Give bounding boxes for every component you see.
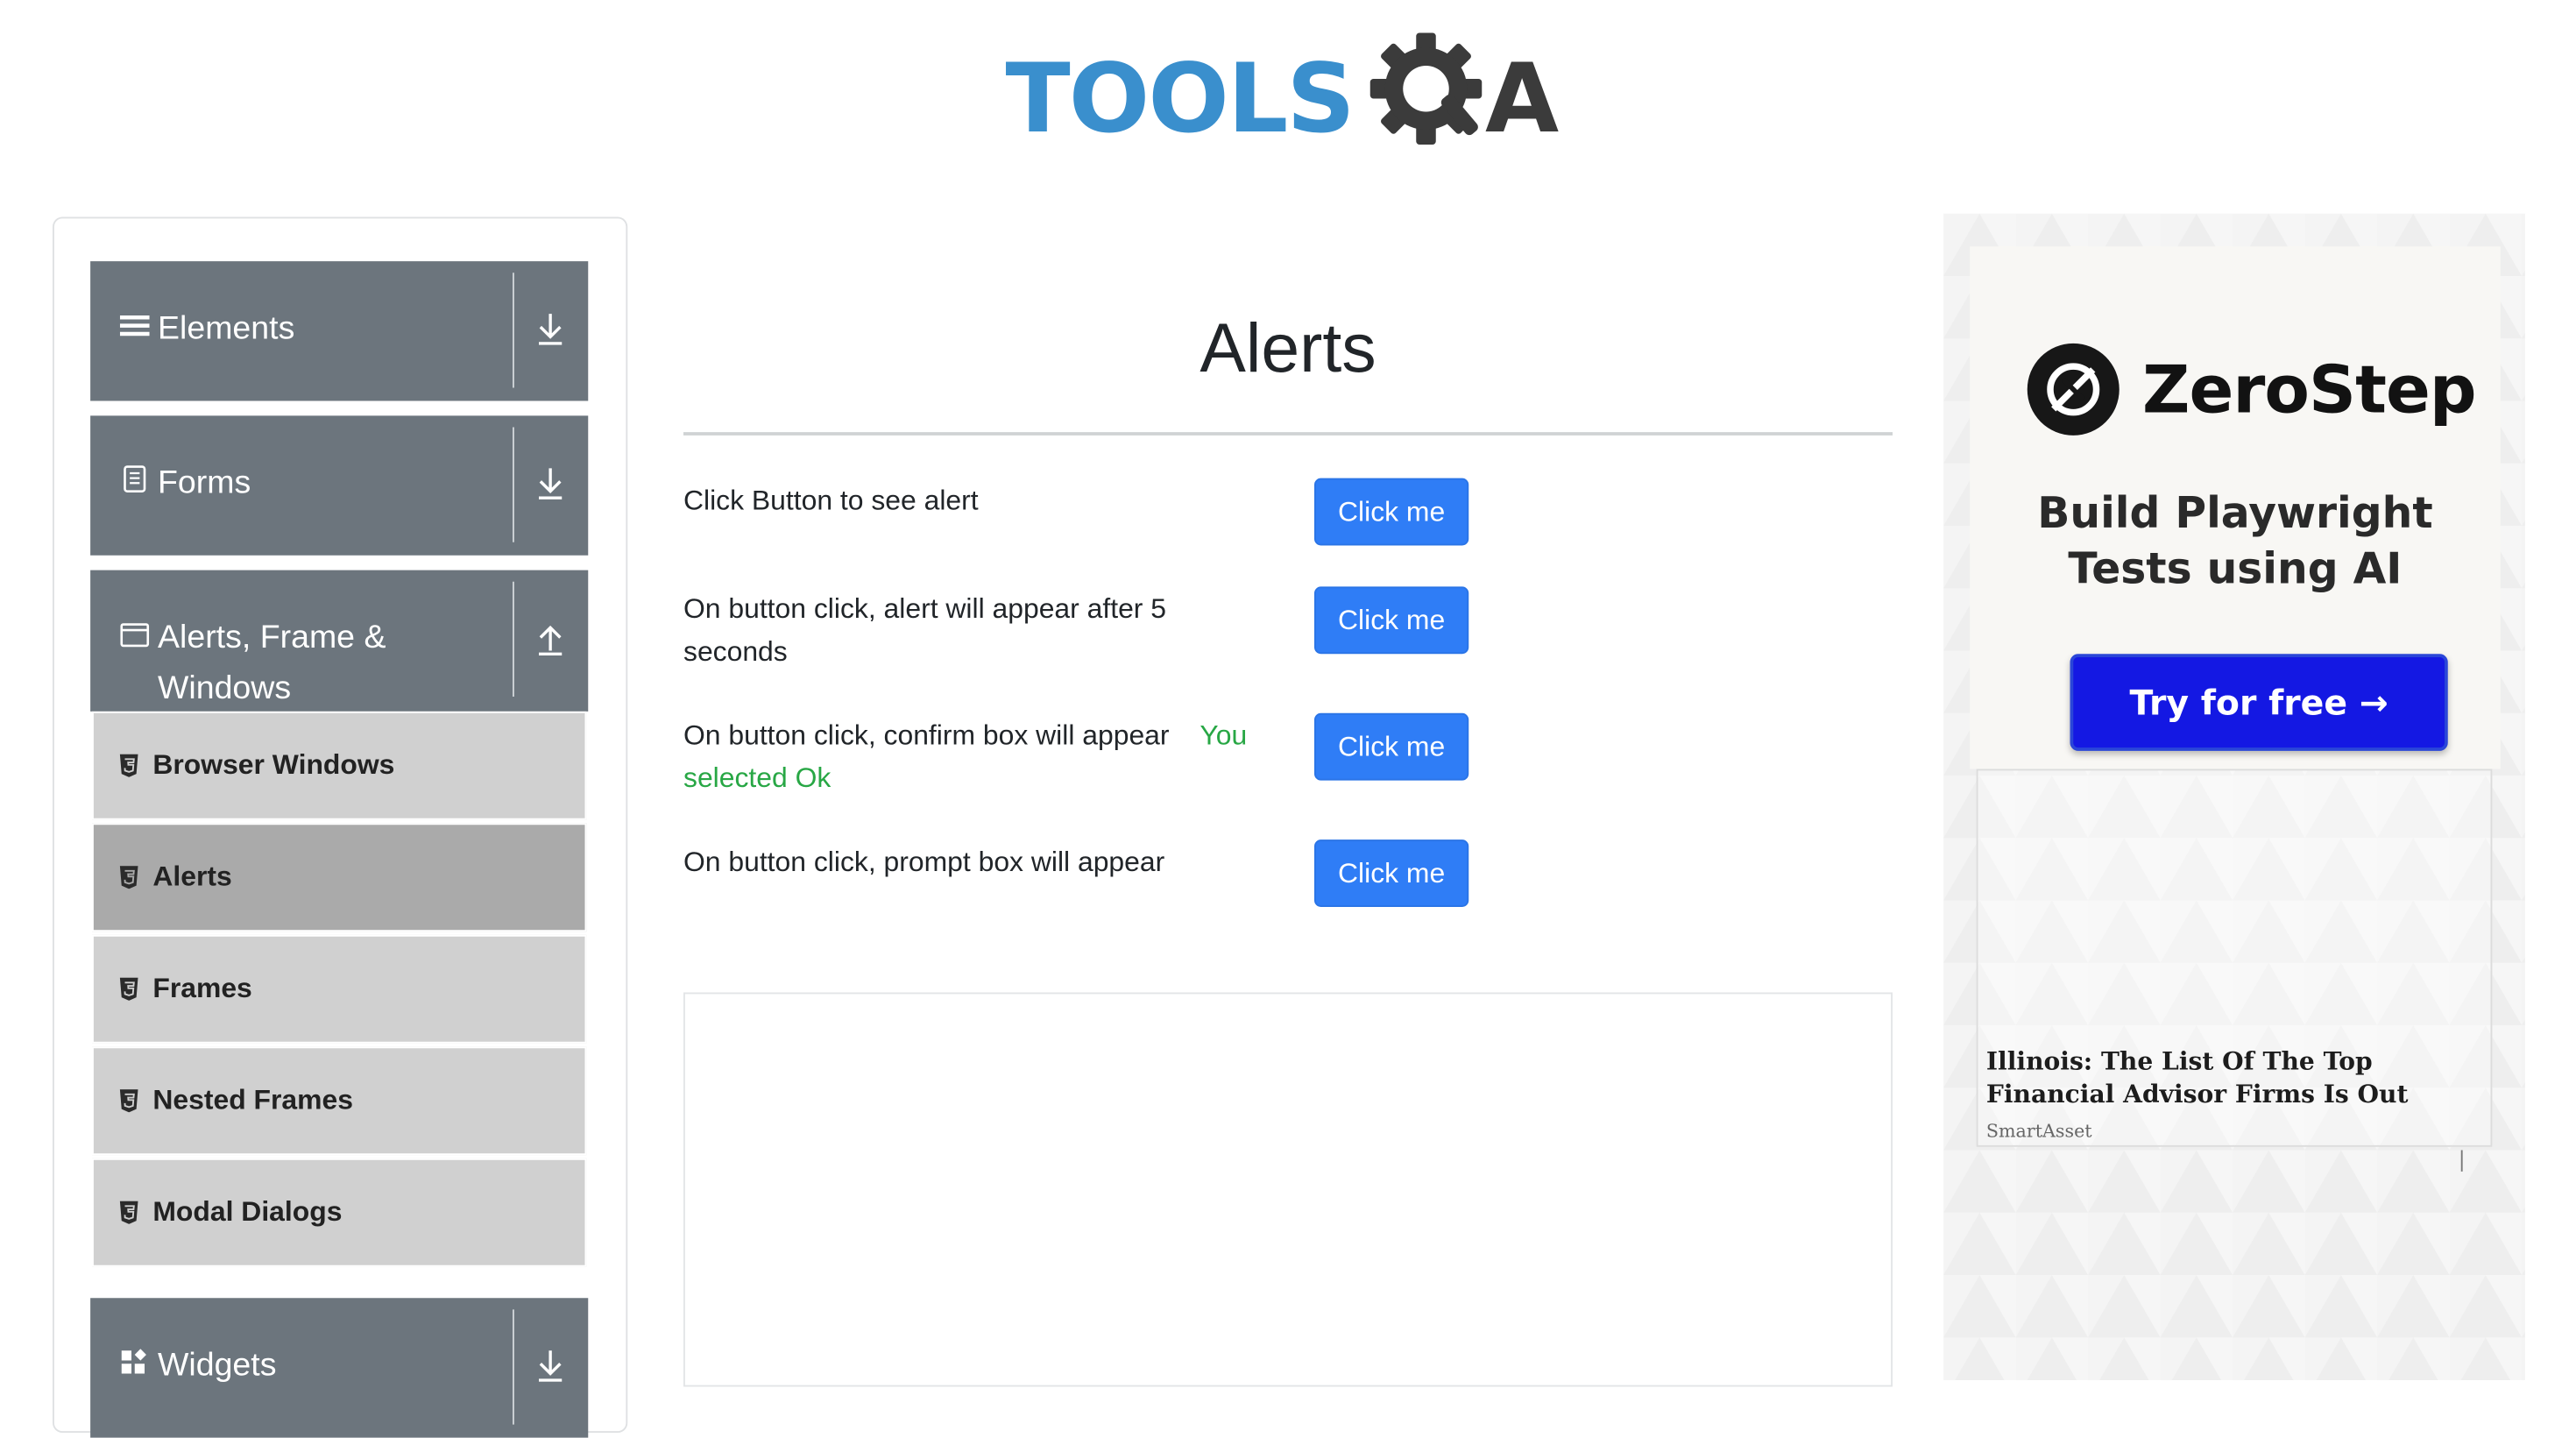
ad-headline-line1: Build Playwright [2037, 489, 2433, 539]
alert-row-label: Click Button to see alert [683, 485, 979, 516]
try-for-free-button[interactable]: Try for free → [2070, 654, 2448, 751]
sidebar-group-label: Forms [158, 464, 251, 501]
html5-icon [119, 1201, 138, 1224]
hamburger-icon [118, 304, 152, 355]
html5-icon [119, 866, 138, 889]
page-root: TOOLS A Elements Forms Alerts, Frame & W… [0, 0, 2576, 1438]
divider [513, 427, 514, 542]
sidebar-group-alerts-frame-windows[interactable]: Alerts, Frame & Windows [90, 570, 589, 712]
widgets-icon [118, 1341, 152, 1392]
sidebar-group-label: Widgets [158, 1347, 277, 1384]
divider [513, 273, 514, 388]
sidebar-item-alerts[interactable]: Alerts [92, 823, 587, 932]
divider [513, 1309, 514, 1425]
sidebar-item-label: Modal Dialogs [152, 1196, 343, 1228]
sidebar-item-label: Alerts [152, 861, 232, 893]
left-sidebar: Elements Forms Alerts, Frame & Windows B… [53, 216, 628, 1438]
sidebar-group-elements[interactable]: Elements [90, 261, 589, 401]
sidebar-item-modal-dialogs[interactable]: Modal Dialogs [92, 1158, 587, 1267]
prompt-button[interactable]: Click me [1314, 839, 1469, 907]
sidebar-item-frames[interactable]: Frames [92, 934, 587, 1044]
news-headline[interactable]: Illinois: The List Of The Top Financial … [1986, 1045, 2480, 1111]
sidebar-group-label-line2: Windows [158, 670, 292, 707]
page-title: Alerts [1200, 308, 1376, 386]
sidebar-group-widgets[interactable]: Widgets [90, 1298, 589, 1438]
sidebar-item-label: Frames [152, 973, 252, 1004]
document-icon [118, 458, 152, 509]
zerostep-logo-icon [2027, 343, 2120, 436]
timer-alert-button[interactable]: Click me [1314, 586, 1469, 655]
sidebar-item-browser-windows[interactable]: Browser Windows [92, 711, 587, 820]
news-source: SmartAsset [1985, 1120, 2092, 1143]
sidebar-group-label: Alerts, Frame & [158, 619, 386, 656]
sidebar-group-label: Elements [158, 310, 295, 347]
sidebar-item-label: Nested Frames [152, 1084, 353, 1116]
prompt-row-label: On button click, prompt box will appear [683, 846, 1165, 878]
ad-headline: Build Playwright Tests using AI [1970, 486, 2501, 599]
logo-a-text: A [1485, 42, 1560, 155]
sponsored-news-card[interactable]: Illinois: The List Of The Top Financial … [1976, 769, 2493, 1147]
title-divider [683, 432, 1893, 436]
alert-button[interactable]: Click me [1314, 478, 1469, 546]
sidebar-group-forms[interactable]: Forms [90, 415, 589, 556]
confirm-row-text: On button click, confirm box will appear [683, 719, 1170, 751]
text-cursor [2460, 1150, 2463, 1172]
html5-icon [119, 1089, 138, 1113]
zerostep-ad-card[interactable]: ZeroStep Build Playwright Tests using AI… [1970, 246, 2501, 769]
divider [513, 581, 514, 697]
ad-headline-line2: Tests using AI [2068, 545, 2403, 595]
confirm-button[interactable]: Click me [1314, 712, 1469, 781]
html5-icon [119, 977, 138, 1001]
timer-alert-row-label: On button click, alert will appear after… [683, 592, 1167, 668]
gear-magnifier-icon [1369, 32, 1483, 145]
zerostep-brand: ZeroStep [2142, 353, 2477, 429]
ad-frame [683, 992, 1893, 1387]
right-advertisement[interactable]: ZeroStep Build Playwright Tests using AI… [1943, 213, 2525, 1380]
download-arrow-icon[interactable] [524, 312, 577, 353]
download-arrow-icon[interactable] [524, 1349, 577, 1390]
download-arrow-icon[interactable] [524, 467, 577, 508]
logo-tools-text: TOOLS [1005, 42, 1355, 155]
sidebar-item-label: Browser Windows [152, 749, 395, 781]
upload-arrow-icon[interactable] [524, 623, 577, 664]
toolsqa-logo[interactable]: TOOLS A [1006, 23, 1581, 161]
window-icon [118, 613, 152, 663]
confirm-row-label: On button click, confirm box will appear… [683, 715, 1292, 801]
html5-icon [119, 754, 138, 777]
sidebar-item-nested-frames[interactable]: Nested Frames [92, 1046, 587, 1156]
